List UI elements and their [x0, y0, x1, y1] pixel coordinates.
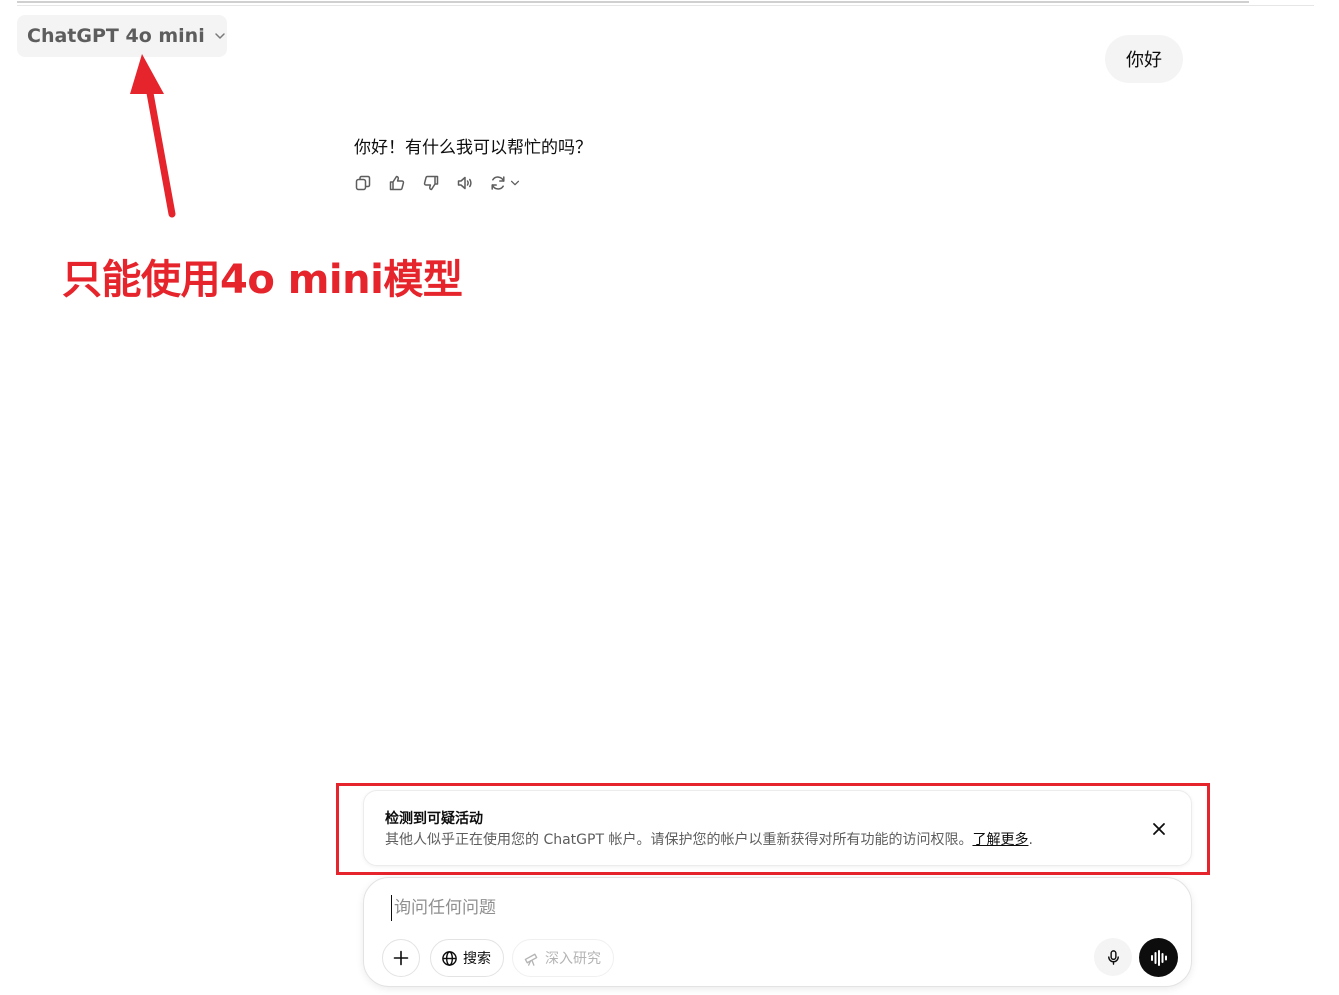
plus-icon [393, 950, 409, 966]
globe-icon [442, 950, 457, 966]
thumbs-up-icon [389, 175, 405, 191]
regenerate-icon [491, 176, 505, 190]
model-selector-button[interactable]: ChatGPT 4o mini [17, 15, 227, 57]
model-name-label: ChatGPT 4o mini [27, 25, 205, 47]
voice-mode-button[interactable] [1139, 938, 1178, 977]
deep-research-button[interactable]: 深入研究 [512, 939, 614, 977]
copy-button[interactable] [353, 172, 373, 194]
read-aloud-icon [457, 176, 472, 190]
dictate-button[interactable] [1094, 938, 1132, 976]
search-label: 搜索 [463, 951, 491, 967]
microphone-icon [1107, 949, 1119, 965]
chevron-down-icon [510, 180, 520, 186]
assistant-message-text: 你好！有什么我可以帮忙的吗？ [354, 138, 592, 158]
copy-icon [355, 175, 371, 191]
red-annotation-arrow [130, 54, 176, 218]
telescope-icon [524, 953, 538, 966]
voice-mode-icon [1150, 949, 1167, 966]
horizontal-scrollbar[interactable] [17, 0, 1249, 3]
message-actions [353, 172, 521, 194]
thumbs-down-button[interactable] [421, 172, 441, 194]
user-message-text: 你好 [1126, 50, 1162, 71]
regenerate-button[interactable] [489, 174, 521, 192]
thumbs-up-button[interactable] [387, 172, 407, 194]
user-message-bubble: 你好 [1105, 35, 1183, 83]
message-composer: 搜索 深入研究 [363, 877, 1192, 987]
top-divider [17, 0, 1314, 6]
red-highlight-box [336, 783, 1210, 875]
search-button[interactable]: 搜索 [430, 939, 504, 977]
deep-research-label: 深入研究 [545, 951, 601, 967]
chevron-down-icon [214, 33, 225, 39]
read-aloud-button[interactable] [455, 172, 475, 194]
prompt-input[interactable] [391, 895, 1091, 921]
annotation-text: 只能使用4o mini模型 [62, 257, 463, 303]
add-attachment-button[interactable] [382, 939, 420, 977]
thumbs-down-icon [423, 175, 439, 191]
